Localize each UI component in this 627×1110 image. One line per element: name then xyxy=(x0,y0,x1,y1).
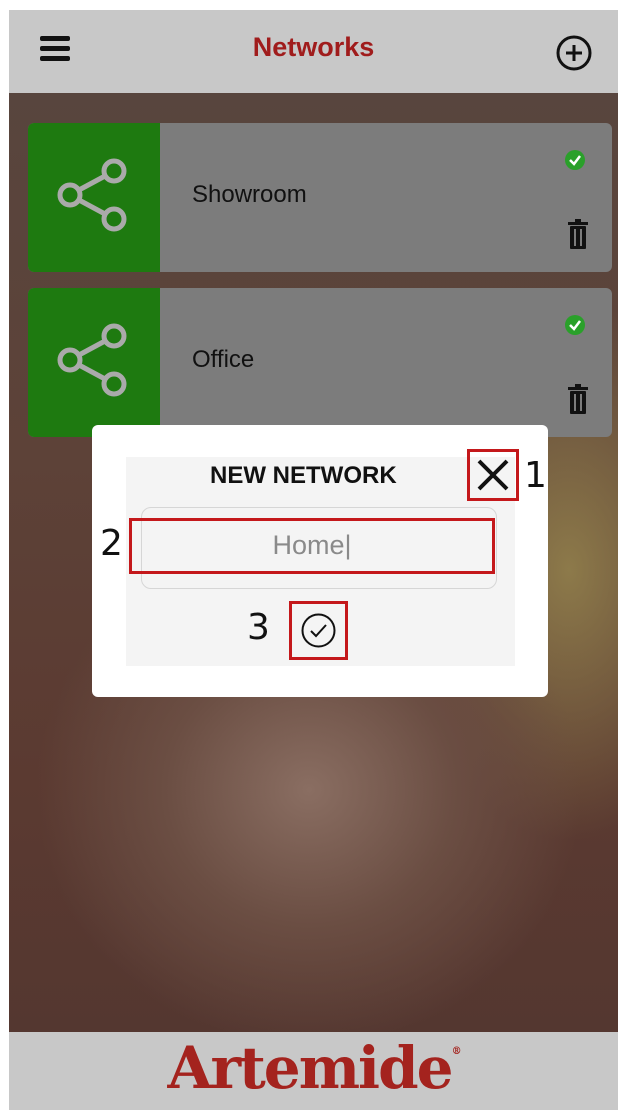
share-icon xyxy=(57,158,127,232)
new-network-dialog: NEW NETWORK 1 2 Home| 3 xyxy=(92,425,548,697)
check-circle-icon xyxy=(565,150,585,170)
top-bar: Networks xyxy=(9,10,618,93)
brand-name: Artemide xyxy=(167,1034,453,1102)
brand-logo: Artemide® xyxy=(9,1034,618,1102)
bottom-bar: Artemide® xyxy=(9,1032,618,1110)
network-name-input[interactable]: Home| xyxy=(129,518,495,574)
check-circle-icon xyxy=(301,613,336,648)
network-card-showroom[interactable]: Showroom xyxy=(28,123,612,272)
trash-icon[interactable] xyxy=(568,384,588,414)
card-icon-tile xyxy=(28,288,160,437)
share-icon xyxy=(57,323,127,397)
network-name: Showroom xyxy=(192,181,307,208)
card-icon-tile xyxy=(28,123,160,272)
dialog-title: NEW NETWORK xyxy=(210,462,397,489)
network-name: Office xyxy=(192,346,255,373)
trash-icon[interactable] xyxy=(568,219,588,249)
confirm-button[interactable] xyxy=(289,601,348,660)
network-card-office[interactable]: Office xyxy=(28,288,612,437)
check-circle-icon xyxy=(565,315,585,335)
page-title: Networks xyxy=(252,32,375,62)
close-icon xyxy=(477,459,509,491)
registered-mark: ® xyxy=(451,1046,462,1057)
annotation-marker-3: 3 xyxy=(247,607,270,648)
annotation-marker-1: 1 xyxy=(524,455,547,496)
add-circle-icon[interactable] xyxy=(555,34,593,72)
app-frame: Networks Showroom Office NEW NETWORK 1 2… xyxy=(9,10,618,1110)
close-button[interactable] xyxy=(467,449,519,501)
annotation-marker-2: 2 xyxy=(100,523,123,564)
